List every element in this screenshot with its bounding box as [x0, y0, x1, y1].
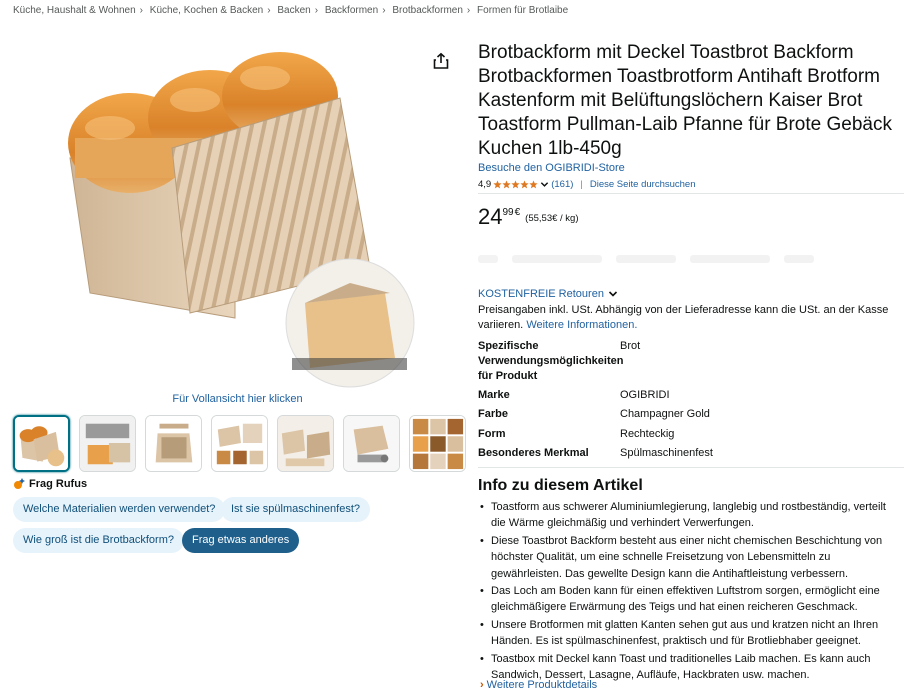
- main-product-image[interactable]: [60, 38, 420, 388]
- chevron-right-icon: ›: [480, 679, 484, 691]
- star-icon: [511, 180, 520, 189]
- thumbnail[interactable]: [79, 415, 136, 472]
- rating-row: 4,9 (161) | Diese Seite durchsuchen: [478, 179, 696, 190]
- thumbnail-strip: [13, 415, 466, 472]
- star-icon: [520, 180, 529, 189]
- product-title: Brotbackform mit Deckel Toastbrot Backfo…: [478, 42, 892, 159]
- rufus-question-chip[interactable]: Welche Materialien werden verwendet?: [13, 497, 226, 522]
- rating-count-link[interactable]: (161): [551, 179, 573, 190]
- star-icon: [529, 180, 538, 189]
- spec-value: Brot: [620, 340, 641, 352]
- about-heading: Info zu diesem Artikel: [478, 477, 643, 494]
- breadcrumb-item[interactable]: Formen für Brotlaibe: [477, 5, 568, 16]
- more-product-details-label: Weitere Produktdetails: [486, 679, 598, 691]
- price-whole: 24: [478, 204, 503, 229]
- bread-pan-illustration: [68, 52, 415, 388]
- faded-placeholder-row: [478, 255, 898, 269]
- breadcrumb-item[interactable]: Backformen: [325, 5, 378, 16]
- spec-key: Form: [478, 428, 506, 440]
- breadcrumb-item[interactable]: Brotbackformen: [392, 5, 463, 16]
- spec-value: Rechteckig: [620, 428, 675, 440]
- star-icon: [493, 180, 502, 189]
- bullet-item: Toastform aus schwerer Aluminiumlegierun…: [478, 499, 903, 532]
- rufus-header: Frag Rufus: [13, 478, 87, 490]
- rufus-question-chip[interactable]: Wie groß ist die Brotbackform?: [13, 528, 184, 553]
- share-icon[interactable]: [432, 52, 450, 70]
- breadcrumb-separator: ›: [382, 5, 386, 16]
- rufus-title: Frag Rufus: [29, 478, 88, 490]
- chevron-down-icon: [608, 291, 618, 297]
- about-bullets: Toastform aus schwerer Aluminiumlegierun…: [478, 499, 903, 684]
- thumbnail[interactable]: [211, 415, 268, 472]
- store-link[interactable]: Besuche den OGIBRIDI-Store: [478, 162, 625, 174]
- fullview-link[interactable]: Für Vollansicht hier klicken: [0, 393, 475, 405]
- breadcrumb-separator: ›: [139, 5, 144, 16]
- ask-something-else-button[interactable]: Frag etwas anderes: [182, 528, 300, 553]
- spec-key: Spezifische Verwendungsmöglichkeiten für…: [478, 340, 624, 382]
- breadcrumb-item[interactable]: Küche, Haushalt & Wohnen: [13, 5, 136, 16]
- spec-value: Spülmaschinenfest: [620, 447, 713, 459]
- breadcrumb-item[interactable]: Backen: [277, 5, 310, 16]
- bullet-item: Diese Toastbrot Backform besteht aus ein…: [478, 533, 903, 582]
- free-returns-label: KOSTENFREIE Retouren: [478, 288, 604, 300]
- more-product-details-link[interactable]: › Weitere Produktdetails: [480, 679, 597, 691]
- price-fraction: 99: [502, 207, 514, 218]
- bullet-item: Unsere Brotformen mit glatten Kanten seh…: [478, 617, 903, 650]
- divider: [478, 193, 904, 194]
- spec-key: Besonderes Merkmal: [478, 447, 589, 459]
- spec-value: Champagner Gold: [620, 408, 710, 420]
- breadcrumb-item[interactable]: Küche, Kochen & Backen: [150, 5, 263, 16]
- thumbnail[interactable]: [145, 415, 202, 472]
- spec-key: Marke: [478, 389, 510, 401]
- sparkle-icon: [14, 478, 25, 489]
- star-icon: [502, 180, 511, 189]
- rating-stars[interactable]: [493, 180, 538, 189]
- more-info-link[interactable]: Weitere Informationen.: [526, 319, 637, 331]
- breadcrumb-separator: ›: [314, 5, 319, 16]
- thumbnail[interactable]: [409, 415, 466, 472]
- free-returns-link[interactable]: KOSTENFREIE Retouren: [478, 288, 618, 300]
- thumbnail[interactable]: [277, 415, 334, 472]
- spec-value: OGIBRIDI: [620, 389, 670, 401]
- price: 24 99 € (55,53€ / kg): [478, 204, 579, 230]
- rating-value: 4,9: [478, 179, 492, 190]
- chevron-down-icon[interactable]: [540, 180, 549, 189]
- spec-key: Farbe: [478, 408, 508, 420]
- price-currency: €: [514, 207, 521, 218]
- thumbnail[interactable]: [343, 415, 400, 472]
- rufus-question-chip[interactable]: Ist sie spülmaschinenfest?: [221, 497, 371, 522]
- breadcrumb-separator: ›: [466, 5, 471, 16]
- separator: |: [580, 179, 583, 190]
- bullet-item: Das Loch am Boden kann für einen effekti…: [478, 583, 903, 616]
- search-page-link[interactable]: Diese Seite durchsuchen: [590, 179, 696, 190]
- breadcrumb: Küche, Haushalt & Wohnen › Küche, Kochen …: [13, 5, 568, 16]
- breadcrumb-separator: ›: [267, 5, 271, 16]
- thumbnail[interactable]: [13, 415, 70, 472]
- divider: [478, 467, 904, 468]
- unit-price: (55,53€ / kg): [525, 213, 579, 224]
- tax-note: Preisangaben inkl. USt. Abhängig von der…: [478, 303, 903, 333]
